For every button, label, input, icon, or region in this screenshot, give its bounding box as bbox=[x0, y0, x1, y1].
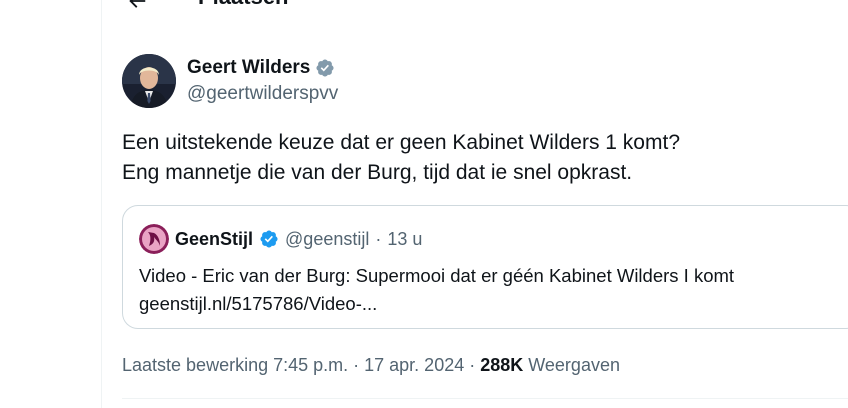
quoted-author-handle: @geenstijl bbox=[285, 229, 370, 249]
quoted-tweet-time: 13 u bbox=[387, 229, 423, 249]
quoted-tweet-header: GeenStijl @geenstijl · 13 u bbox=[139, 224, 422, 254]
author-avatar[interactable] bbox=[122, 54, 176, 108]
verified-badge-icon bbox=[316, 59, 334, 77]
author-handle[interactable]: @geertwilderspvv bbox=[187, 82, 338, 106]
arrow-left-icon bbox=[129, 0, 146, 8]
quoted-tweet-text: Video - Eric van der Burg: Supermooi dat… bbox=[139, 262, 848, 318]
author-name-text: Geert Wilders bbox=[187, 57, 311, 78]
back-button[interactable] bbox=[120, 0, 154, 18]
edited-timestamp[interactable]: Laatste bewerking 7:45 p.m. · 17 apr. 20… bbox=[122, 355, 480, 375]
tweet-text-line: Een uitstekende keuze dat er geen Kabine… bbox=[122, 131, 680, 154]
views-label: Weergaven bbox=[523, 355, 620, 375]
divider bbox=[122, 398, 848, 399]
quoted-author-name: GeenStijl bbox=[175, 229, 254, 249]
quoted-tweet-text-line: Video - Eric van der Burg: Supermooi dat… bbox=[139, 265, 735, 286]
quoted-tweet-link: geenstijl.nl/5175786/Video-... bbox=[139, 293, 378, 314]
tweet-meta: Laatste bewerking 7:45 p.m. · 17 apr. 20… bbox=[122, 352, 620, 378]
quoted-author-avatar bbox=[139, 224, 169, 254]
tweet-text: Een uitstekende keuze dat er geen Kabine… bbox=[122, 128, 822, 188]
author-name[interactable]: Geert Wilders bbox=[187, 56, 335, 80]
header: Plaatsen bbox=[102, 0, 848, 20]
column-border bbox=[101, 0, 102, 408]
meta-separator: · bbox=[375, 229, 382, 249]
tweet-detail-page: Plaatsen Geert Wilders @geertwilderspvv … bbox=[0, 0, 848, 408]
page-title: Plaatsen bbox=[198, 0, 289, 11]
quoted-tweet-card[interactable]: GeenStijl @geenstijl · 13 u Video - Eric… bbox=[122, 205, 848, 329]
tweet-text-line: Eng mannetje die van der Burg, tijd dat … bbox=[122, 161, 633, 184]
verified-badge-icon bbox=[260, 230, 278, 248]
views-count: 288K bbox=[480, 355, 524, 375]
